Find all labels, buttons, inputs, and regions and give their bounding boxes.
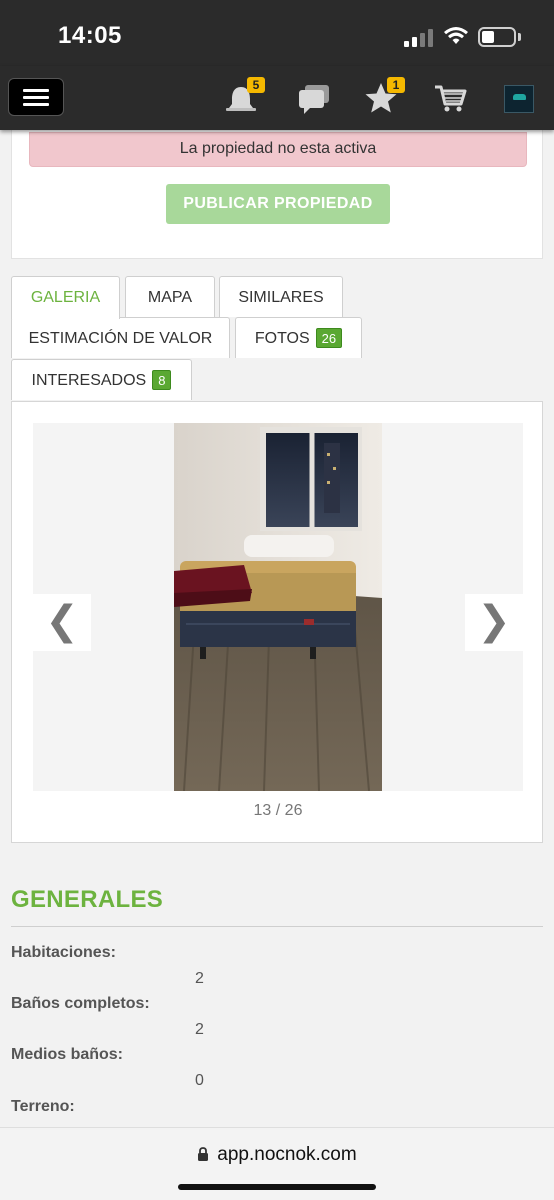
tab-label: ESTIMACIÓN DE VALOR [28,330,213,347]
tab-galeria[interactable]: GALERIA [11,276,120,319]
publish-property-button[interactable]: PUBLICAR PROPIEDAD [166,184,390,224]
notifications-button[interactable]: 5 [223,77,265,116]
property-photo[interactable] [174,423,382,791]
favorites-button[interactable]: 1 [363,77,405,116]
gallery-panel: ❮ ❯ 13 / 26 [11,401,543,843]
app-header: 5 1 [0,66,554,130]
gallery-prev-button[interactable]: ❮ [33,594,91,651]
spec-label-banos-completos: Baños completos: [11,995,150,1012]
home-indicator[interactable] [178,1184,376,1190]
tab-label: SIMILARES [238,289,324,306]
battery-icon [478,27,516,47]
tab-mapa[interactable]: MAPA [125,276,215,317]
cart-button[interactable] [432,80,472,116]
tab-label: MAPA [147,289,193,306]
menu-button[interactable] [8,78,64,116]
property-status-card: La propiedad no esta activa PUBLICAR PRO… [11,130,543,259]
tab-estimacion-de-valor[interactable]: ESTIMACIÓN DE VALOR [11,317,230,358]
car-logo-icon [513,94,526,100]
spec-value-habitaciones: 2 [195,970,204,987]
gallery-next-button[interactable]: ❯ [465,594,523,651]
fotos-count-badge: 26 [315,327,343,348]
tab-label: GALERIA [30,289,101,306]
interesados-count-badge: 8 [152,369,172,390]
tab-fotos[interactable]: FOTOS 26 [235,317,362,358]
inactive-alert: La propiedad no esta activa [29,132,527,167]
spec-label-habitaciones: Habitaciones: [11,944,116,961]
user-avatar[interactable] [504,85,534,113]
spec-label-terreno: Terreno: [11,1098,75,1115]
status-time: 14:05 [58,22,122,49]
wifi-icon [444,27,468,44]
chat-icon [299,85,329,114]
spec-label-medios-banos: Medios baños: [11,1046,124,1063]
cellular-signal-icon [404,27,434,47]
favorites-badge: 1 [387,77,405,93]
section-divider [11,926,543,927]
cart-icon [435,85,467,112]
tab-label: INTERESADOS [31,372,147,389]
browser-url-bar[interactable]: app.nocnok.com [0,1127,554,1200]
bedroom-photo-image [174,423,382,791]
status-bar: 14:05 [0,0,554,66]
section-title-generales: GENERALES [11,886,164,913]
tab-interesados[interactable]: INTERESADOS 8 [11,359,192,400]
messages-button[interactable] [296,80,336,116]
tab-similares[interactable]: SIMILARES [219,276,343,317]
tab-label: FOTOS [254,330,310,347]
url-text: app.nocnok.com [217,1144,357,1165]
spec-value-banos-completos: 2 [195,1021,204,1038]
notifications-badge: 5 [247,77,265,93]
photo-carousel[interactable]: ❮ ❯ [33,423,523,791]
lock-icon [198,1147,209,1161]
photo-counter: 13 / 26 [253,802,303,819]
spec-value-medios-banos: 0 [195,1072,204,1089]
